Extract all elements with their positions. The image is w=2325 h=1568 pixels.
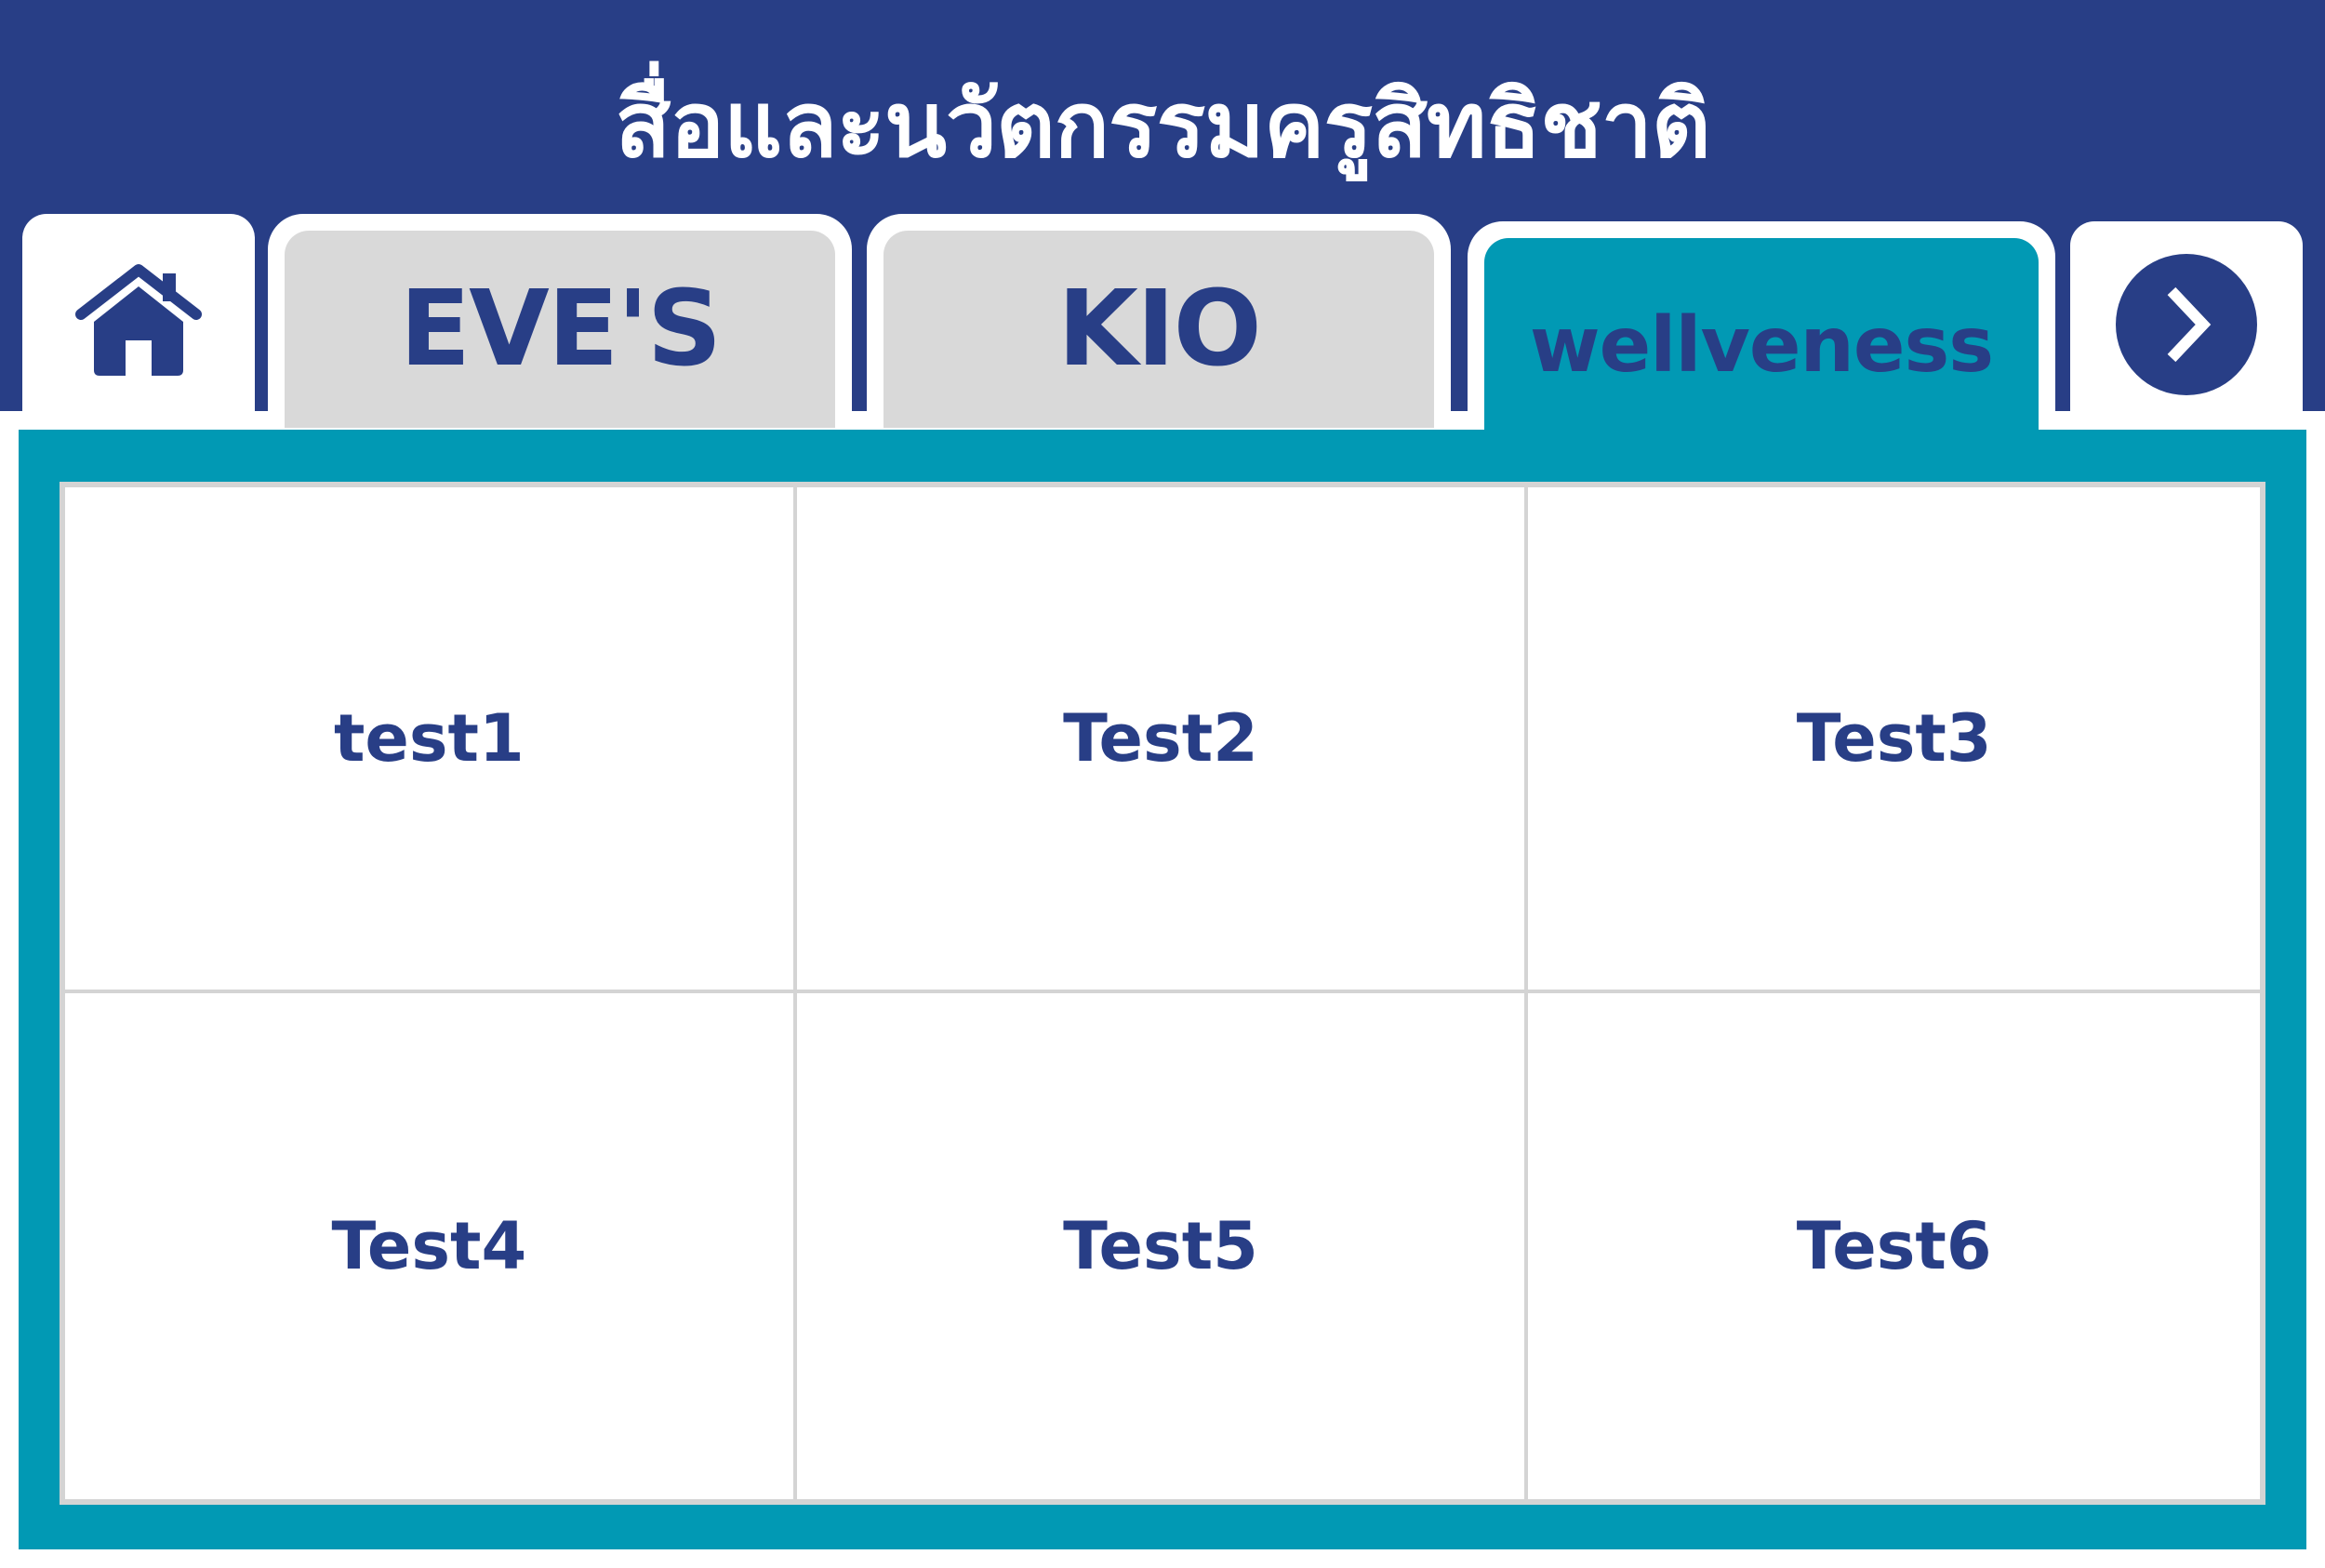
page-title: สื่อและนวัตกรรมครูสิทธิชาติ: [615, 73, 1710, 179]
tab-wellveness[interactable]: wellveness: [1468, 221, 2055, 471]
next-tab-inner: [2070, 221, 2303, 428]
tab-kio[interactable]: KIO: [867, 214, 1451, 428]
home-tab-inner: [22, 214, 255, 428]
grid-cell-test6[interactable]: Test6: [1528, 993, 2260, 1499]
content-grid: test1 Test2 Test3 Test4 Test5 Test6: [60, 482, 2265, 1505]
grid-cell-test4[interactable]: Test4: [65, 993, 797, 1499]
tab-eves[interactable]: EVE'S: [268, 214, 852, 428]
content-panel: test1 Test2 Test3 Test4 Test5 Test6: [19, 430, 2306, 1549]
chevron-right-circle-icon[interactable]: [2114, 252, 2259, 397]
grid-cell-test1[interactable]: test1: [65, 487, 797, 993]
grid-cell-test2[interactable]: Test2: [796, 487, 1529, 993]
grid-cell-test3[interactable]: Test3: [1528, 487, 2260, 993]
next-tab[interactable]: [2070, 221, 2303, 428]
tab-eves-label: EVE'S: [399, 269, 723, 390]
tab-eves-inner: EVE'S: [285, 231, 835, 428]
home-icon: [75, 264, 202, 376]
tab-kio-inner: KIO: [884, 231, 1434, 428]
tab-wellveness-label: wellveness: [1529, 300, 1994, 390]
grid-cell-test5[interactable]: Test5: [797, 993, 1529, 1499]
tab-kio-label: KIO: [1057, 269, 1262, 390]
home-tab[interactable]: [22, 214, 255, 428]
